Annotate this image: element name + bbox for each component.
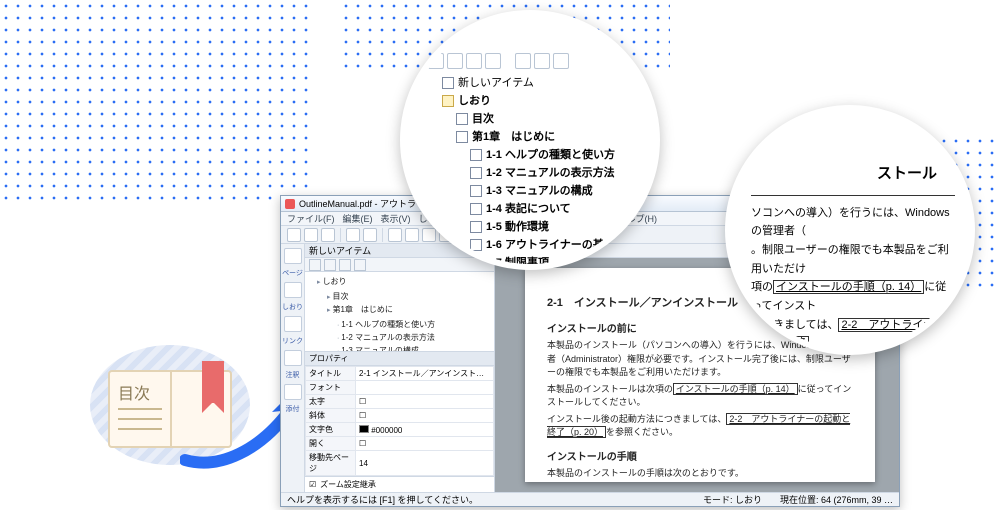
xref-link[interactable]: インストールの手順（p. 14） (773, 280, 924, 294)
tree-item[interactable]: 1-3 マニュアルの構成 (470, 182, 634, 200)
property-grid: プロパティ タイトル2-1 インストール／アンインスト… フォント 太字☐ 斜体… (305, 351, 494, 492)
status-right: モード: しおり 現在位置: 64 (276mm, 39 … (703, 493, 893, 506)
divider (751, 195, 955, 196)
toolbar-button[interactable] (321, 228, 335, 242)
prop-row[interactable]: 文字色 #000000 (306, 423, 494, 437)
tree-item[interactable]: 目次 (327, 291, 492, 304)
subsection-heading: インストールの手順 (547, 448, 853, 463)
paragraph: 本製品のインストールの手順は次のとおりです。 (547, 467, 853, 481)
toolbar-button[interactable] (363, 228, 377, 242)
app-icon (285, 199, 295, 209)
tree-item[interactable]: 新しいアイテム (442, 74, 634, 92)
callout-line: につきましては、2-2 アウトライナーの起動と終 (751, 316, 955, 353)
statusbar: ヘルプを表示するには [F1] を押してください。 モード: しおり 現在位置:… (281, 492, 899, 506)
toolbar-button[interactable] (287, 228, 301, 242)
paragraph: インストール後の起動方法につきましては、2-2 アウトライナーの起動と終了（p.… (547, 413, 853, 440)
prop-row[interactable]: 太字☐ (306, 395, 494, 409)
outline-panel: 新しいアイテム しおり 目次 第1章 はじめに (305, 244, 495, 492)
tree-root[interactable]: しおり 目次 第1章 はじめに 1-1 ヘルプの種類と使い方 1-2 マニュアル… (317, 276, 492, 351)
toolbar-button[interactable] (388, 228, 402, 242)
zoom-callout-text: ストール ソコンへの導入）を行うには、Windows の管理者（ 。制限ユーザー… (725, 105, 975, 355)
callout-line: ソコンへの導入）を行うには、Windows の管理者（ (751, 204, 955, 241)
tree-item[interactable]: 1-1 ヘルプの種類と使い方 (470, 146, 634, 164)
tool-icon[interactable] (553, 53, 569, 69)
tree-tool[interactable] (339, 259, 351, 271)
sidetab-page[interactable] (284, 248, 302, 264)
tool-icon[interactable] (534, 53, 550, 69)
tree-tool[interactable] (309, 259, 321, 271)
status-left: ヘルプを表示するには [F1] を押してください。 (287, 493, 478, 506)
tool-icon[interactable] (485, 53, 501, 69)
sidetab-label: しおり (282, 302, 303, 312)
toolbar-button[interactable] (405, 228, 419, 242)
sidetab-attach[interactable] (284, 384, 302, 400)
sidetab-annot[interactable] (284, 350, 302, 366)
tool-icon[interactable] (466, 53, 482, 69)
outline-tree[interactable]: しおり 目次 第1章 はじめに 1-1 ヘルプの種類と使い方 1-2 マニュアル… (305, 272, 494, 351)
stage: 目次 OutlineManual.pdf - アウトライナー ファイル(F) 編… (0, 0, 1000, 510)
prop-row[interactable]: 開く☐ (306, 437, 494, 451)
tree-tool[interactable] (324, 259, 336, 271)
tree-root[interactable]: しおり 目次 第1章 はじめに 1-1 ヘルプの種類と使い方 1-2 マニュアル… (442, 92, 634, 270)
menu-view[interactable]: 表示(V) (381, 212, 411, 225)
tree-item[interactable]: 目次 (456, 110, 634, 128)
tool-icon[interactable] (428, 53, 444, 69)
callout-heading: ストール (751, 161, 955, 187)
prop-row[interactable]: 斜体☐ (306, 409, 494, 423)
property-header: プロパティ (305, 352, 494, 366)
zoom-inherit-label: ズーム設定継承 (320, 479, 376, 490)
toolbar-button[interactable] (304, 228, 318, 242)
sidetab-link[interactable] (284, 316, 302, 332)
decorative-dots (0, 0, 310, 200)
prop-row[interactable]: フォント (306, 381, 494, 395)
zoom-inherit-check[interactable]: ☑ (309, 480, 316, 489)
tree-item[interactable]: 1-2 マニュアルの表示方法 (337, 332, 492, 345)
sidetab-label: 添付 (286, 404, 300, 414)
tree-item[interactable]: 1-5 動作環境 (470, 218, 634, 236)
tree-item[interactable]: 1-2 マニュアルの表示方法 (470, 164, 634, 182)
menu-file[interactable]: ファイル(F) (287, 212, 335, 225)
menu-edit[interactable]: 編集(E) (343, 212, 373, 225)
tree-item[interactable]: 第1章 はじめに 1-1 ヘルプの種類と使い方 1-2 マニュアルの表示方法 1… (456, 128, 634, 270)
tree-item[interactable]: 第1章 はじめに 1-1 ヘルプの種類と使い方 1-2 マニュアルの表示方法 1… (327, 304, 492, 351)
tool-icon[interactable] (515, 53, 531, 69)
toolbar-button[interactable] (346, 228, 360, 242)
callout-line: 。制限ユーザーの権限でも本製品をご利用いただけ (751, 241, 955, 278)
sidetab-bookmark[interactable] (284, 282, 302, 298)
tree-tool[interactable] (354, 259, 366, 271)
tree-item[interactable]: 1-6 アウトライナーの基本機能 (470, 236, 634, 254)
xref-link[interactable]: インストールの手順（p. 14） (673, 383, 798, 395)
callout-line: 項のインストールの手順（p. 14）に従ってインスト (751, 278, 955, 315)
prop-row[interactable]: 移動先ページ14 (306, 451, 494, 476)
side-tabs: ページ しおり リンク 注釈 添付 (281, 244, 305, 492)
callout-toolbar (428, 51, 634, 71)
sidetab-label: ページ (282, 268, 303, 278)
paragraph: 本製品のインストールは次項のインストールの手順（p. 14）に従ってインストール… (547, 383, 853, 410)
book-label: 目次 (118, 380, 150, 404)
prop-row[interactable]: タイトル2-1 インストール／アンインスト… (306, 367, 494, 381)
tree-item[interactable]: 1-4 表記について (470, 200, 634, 218)
zoom-callout-tree: 新しいアイテム しおり 目次 第1章 はじめに 1-1 ヘルプの種類と使い方 1… (400, 10, 660, 270)
tree-item[interactable]: 1-1 ヘルプの種類と使い方 (337, 319, 492, 332)
sidetab-label: 注釈 (286, 370, 300, 380)
sidetab-label: リンク (282, 336, 303, 346)
tool-icon[interactable] (447, 53, 463, 69)
